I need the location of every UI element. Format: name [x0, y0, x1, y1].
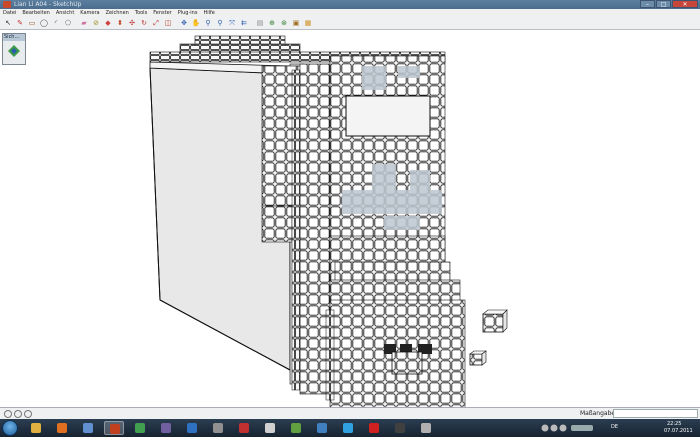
app-tools-icon [421, 423, 431, 433]
clock-time[interactable]: 22:25 [667, 421, 681, 427]
drive-bay-slot [345, 95, 431, 137]
app-gray-icon [213, 423, 223, 433]
move-icon[interactable]: ✣ [127, 18, 137, 28]
taskbar-filezilla-icon[interactable] [234, 421, 254, 435]
minimize-button[interactable]: – [640, 0, 655, 8]
get-models-icon[interactable]: ▤ [255, 18, 265, 28]
voxel-case-model[interactable] [0, 30, 700, 407]
front-face-upper [329, 55, 446, 262]
menu-zeichnen[interactable]: Zeichnen [103, 9, 132, 17]
menu-tools[interactable]: Tools [132, 9, 150, 17]
menu-bearbeiten[interactable]: Bearbeiten [19, 9, 52, 17]
menu-kamera[interactable]: Kamera [77, 9, 102, 17]
geo-location-icon[interactable] [4, 410, 12, 418]
pencil-icon[interactable]: ✎ [15, 18, 25, 28]
credits-icon[interactable] [14, 410, 22, 418]
app-purple-icon [161, 423, 171, 433]
paint-bucket-icon[interactable]: ◆ [103, 18, 113, 28]
pan-icon[interactable]: ✋ [191, 18, 201, 28]
menu-hilfe[interactable]: Hilfe [200, 9, 217, 17]
taskbar-app-cube-icon[interactable] [286, 421, 306, 435]
zoom-icon[interactable]: ⚲ [203, 18, 213, 28]
main-toolbar: ↖ ✎ ▭ ◯ ◜ ⬠ ▰ ⊘ ◆ ⬍ ✣ ↻ ⤢ ◫ ✥ ✋ ⚲ ⚲ ⤧ ⇇ ▤ ⊕ ⊛ ▣ ▦ [0, 17, 700, 30]
floating-cube-small [469, 350, 487, 366]
offset-icon[interactable]: ◫ [163, 18, 173, 28]
taskbar-app-gray-icon[interactable] [208, 421, 228, 435]
maximize-button[interactable]: □ [656, 0, 671, 8]
taskbar-sketchup-icon[interactable] [104, 421, 124, 435]
orbit-icon[interactable]: ✥ [179, 18, 189, 28]
model-viewport[interactable] [0, 30, 700, 407]
scale-icon[interactable]: ⤢ [151, 18, 161, 28]
taskbar-app-blue-icon[interactable] [182, 421, 202, 435]
sketchup-icon [110, 424, 120, 434]
system-tray [540, 422, 600, 436]
previous-view-icon[interactable]: ⇇ [239, 18, 249, 28]
language-indicator[interactable]: DE [611, 424, 618, 430]
taskbar-app-tools-icon[interactable] [416, 421, 436, 435]
windows-taskbar: DE 22:25 07.07.2011 [0, 419, 700, 437]
zoom-extents-icon[interactable]: ⤧ [227, 18, 237, 28]
help-icon[interactable] [24, 410, 32, 418]
eraser-icon[interactable]: ▰ [79, 18, 89, 28]
share-model-icon[interactable]: ⊕ [267, 18, 277, 28]
sketchup-app-icon[interactable] [3, 1, 11, 8]
clock-date[interactable]: 07.07.2011 [664, 428, 693, 434]
rectangle-icon[interactable]: ▭ [27, 18, 37, 28]
taskbar-explorer-icon[interactable] [26, 421, 46, 435]
taskbar-app-black-icon[interactable] [390, 421, 410, 435]
menu-bar: Datei Bearbeiten Ansicht Kamera Zeichnen… [0, 9, 700, 17]
floating-cube-large [482, 309, 508, 333]
app-globe-icon [317, 423, 327, 433]
notepad-icon [265, 423, 275, 433]
tray-icons[interactable] [540, 422, 600, 434]
app-green-icon [135, 423, 145, 433]
taskbar-app-green-icon[interactable] [130, 421, 150, 435]
opera-icon [369, 423, 379, 433]
taskbar-skype-icon[interactable] [338, 421, 358, 435]
status-bar: Maßangaben [0, 407, 700, 419]
arc-icon[interactable]: ◜ [51, 18, 61, 28]
explorer-icon [31, 423, 41, 433]
window-title: Lian Li A04 - SketchUp [14, 1, 82, 8]
firefox-icon [57, 423, 67, 433]
close-button[interactable]: ✕ [672, 0, 698, 8]
taskbar-app-purple-icon[interactable] [156, 421, 176, 435]
polygon-icon[interactable]: ⬠ [63, 18, 73, 28]
menu-fenster[interactable]: Fenster [150, 9, 175, 17]
start-button[interactable] [2, 420, 18, 436]
taskbar-notepad-icon[interactable] [260, 421, 280, 435]
app-blue-icon [187, 423, 197, 433]
measurements-input[interactable] [613, 409, 698, 418]
menu-ansicht[interactable]: Ansicht [53, 9, 77, 17]
axes-orbit-icon[interactable] [7, 44, 21, 58]
components-icon[interactable]: ▦ [303, 18, 313, 28]
circle-icon[interactable]: ◯ [39, 18, 49, 28]
taskbar-firefox-icon[interactable] [52, 421, 72, 435]
push-pull-icon[interactable]: ⬍ [115, 18, 125, 28]
tape-measure-icon[interactable]: ⊘ [91, 18, 101, 28]
taskbar-app-globe-icon[interactable] [312, 421, 332, 435]
floating-toolbar-title: Sich... [3, 34, 25, 41]
rotate-icon[interactable]: ↻ [139, 18, 149, 28]
share-component-icon[interactable]: ⊛ [279, 18, 289, 28]
zoom-window-icon[interactable]: ⚲ [215, 18, 225, 28]
app-black-icon [395, 423, 405, 433]
warehouse-icon[interactable]: ▣ [291, 18, 301, 28]
menu-datei[interactable]: Datei [0, 9, 19, 17]
title-bar: Lian Li A04 - SketchUp – □ ✕ [0, 0, 700, 9]
itunes-icon [83, 423, 93, 433]
floating-views-toolbar[interactable]: Sich... [2, 33, 26, 65]
skype-icon [343, 423, 353, 433]
select-arrow-icon[interactable]: ↖ [3, 18, 13, 28]
taskbar-itunes-icon[interactable] [78, 421, 98, 435]
menu-plugins[interactable]: Plug-ins [175, 9, 201, 17]
taskbar-opera-icon[interactable] [364, 421, 384, 435]
filezilla-icon [239, 423, 249, 433]
app-cube-icon [291, 423, 301, 433]
